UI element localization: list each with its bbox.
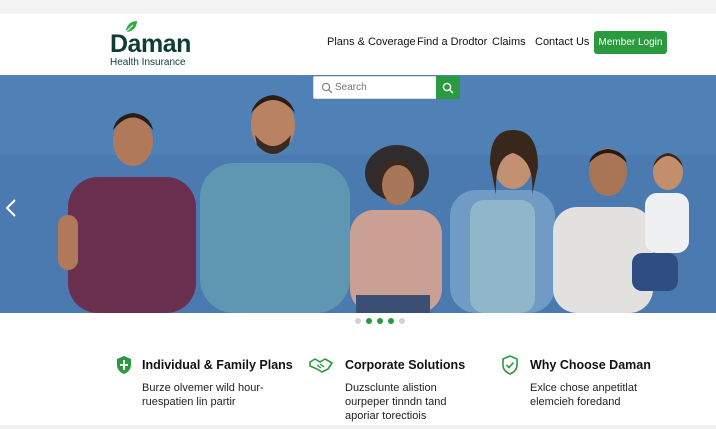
nav-claims[interactable]: Claims bbox=[492, 36, 526, 48]
feature-line: Burze olvemer wild hour- bbox=[142, 382, 264, 394]
bottom-strip bbox=[0, 425, 716, 429]
nav-contact-us[interactable]: Contact Us bbox=[535, 36, 589, 48]
top-strip bbox=[0, 0, 716, 14]
carousel-dot[interactable] bbox=[388, 318, 394, 324]
brand-name: Daman bbox=[110, 30, 191, 58]
brand-logo[interactable]: Daman Health Insurance bbox=[108, 20, 218, 68]
feature-description: Exlce chose anpetitlat elemcieh foredand bbox=[530, 381, 637, 409]
carousel-dot[interactable] bbox=[355, 318, 361, 324]
feature-line: ruespatien lin partir bbox=[142, 396, 236, 408]
chevron-left-icon[interactable] bbox=[4, 198, 18, 218]
feature-description: Burze olvemer wild hour- ruespatien lin … bbox=[142, 381, 264, 409]
nav-plans-coverage[interactable]: Plans & Coverage bbox=[327, 36, 416, 48]
brand-tagline: Health Insurance bbox=[110, 57, 186, 68]
feature-line: Exlce chose anpetitlat bbox=[530, 382, 638, 394]
carousel-dot[interactable] bbox=[399, 318, 405, 324]
nav-find-a-doctor[interactable]: Find a Drodtor bbox=[417, 36, 487, 48]
feature-line: elemcieh foredand bbox=[530, 396, 621, 408]
site-header: Daman Health Insurance Plans & Coverage … bbox=[0, 14, 716, 75]
feature-title: Why Choose Daman bbox=[530, 358, 651, 372]
carousel-dots bbox=[355, 318, 405, 324]
hero-banner bbox=[0, 75, 716, 313]
search-field[interactable] bbox=[313, 76, 437, 99]
feature-title: Corporate Solutions bbox=[345, 358, 466, 372]
shield-icon bbox=[117, 356, 131, 374]
carousel-dot[interactable] bbox=[366, 318, 372, 324]
feature-description: Duzsclunte alistion ourpeper tinndn tand… bbox=[345, 381, 447, 423]
handshake-icon bbox=[309, 358, 333, 373]
feature-line: aporiar torectiois bbox=[345, 410, 427, 422]
search-button[interactable] bbox=[436, 76, 460, 99]
shield-check-icon bbox=[502, 355, 518, 375]
member-login-button[interactable]: Member Login bbox=[594, 31, 667, 54]
search-icon bbox=[321, 82, 333, 94]
search-input[interactable] bbox=[335, 82, 430, 93]
carousel-dot-active[interactable] bbox=[377, 318, 383, 324]
feature-line: ourpeper tinndn tand bbox=[345, 396, 447, 408]
feature-title: Individual & Family Plans bbox=[142, 358, 293, 372]
feature-line: Duzsclunte alistion bbox=[345, 382, 437, 394]
hero-people-image bbox=[0, 75, 716, 313]
search-button-icon bbox=[442, 82, 454, 94]
